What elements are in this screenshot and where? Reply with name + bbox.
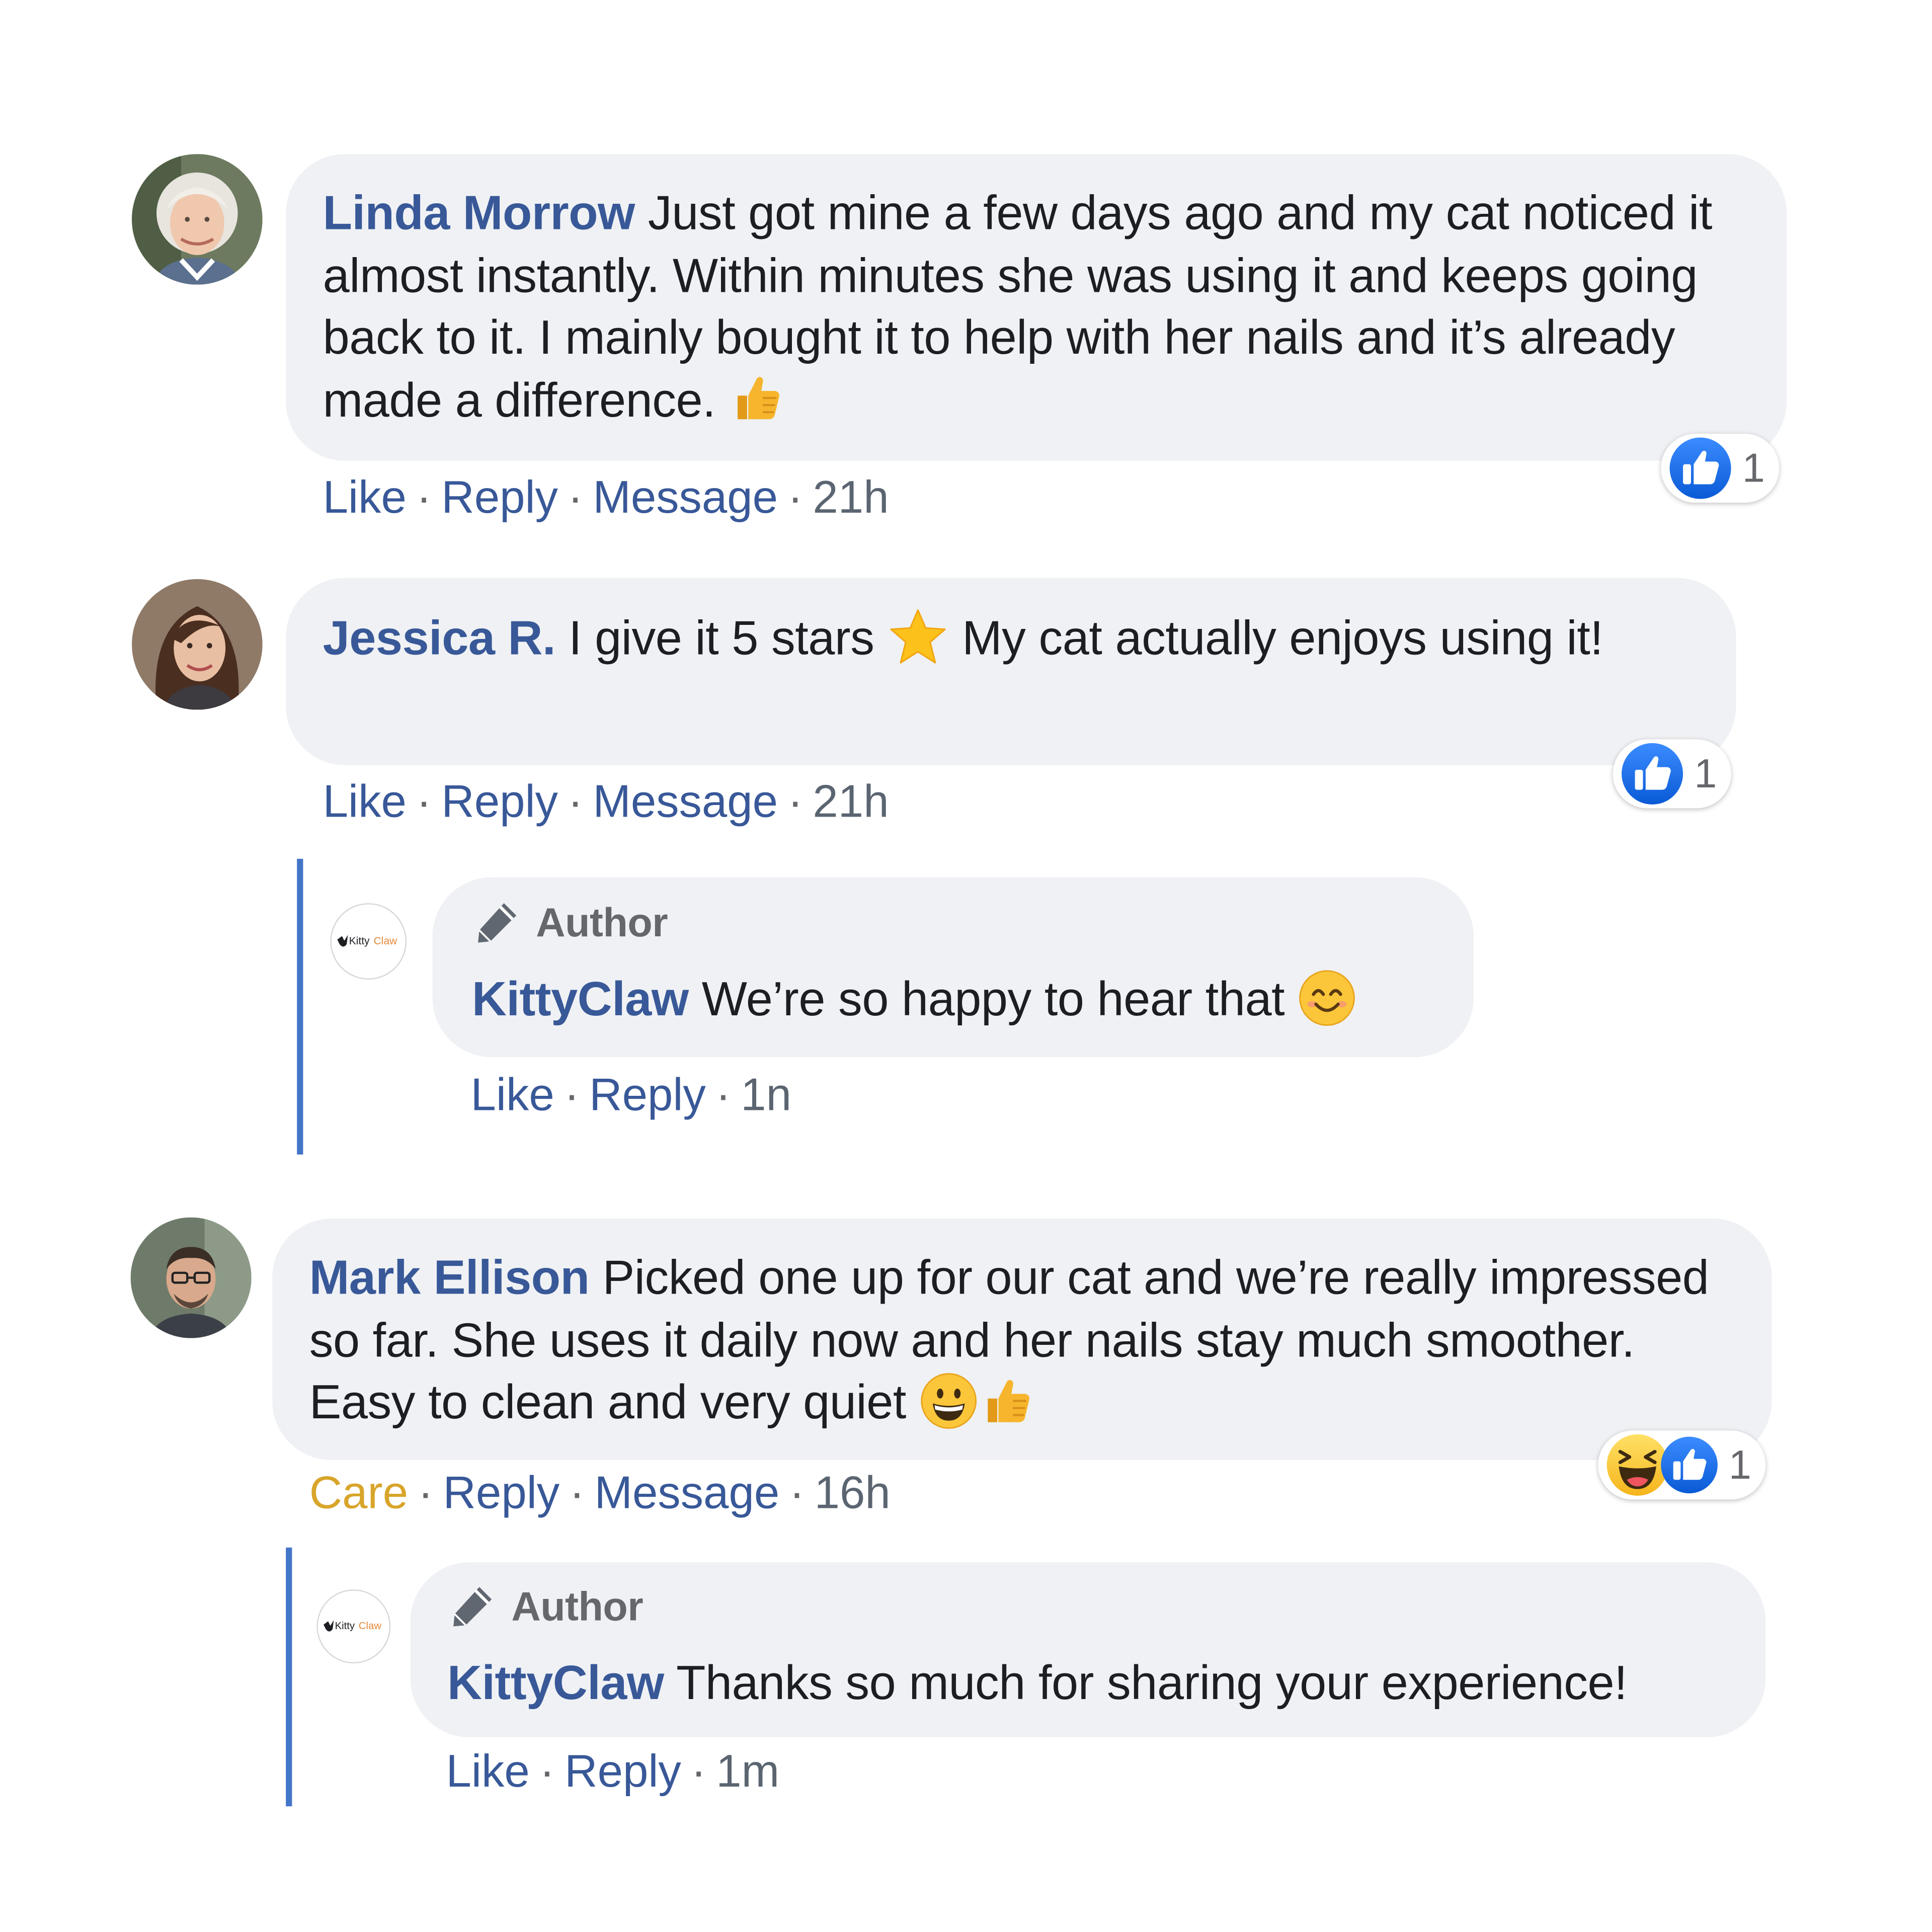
comments-panel: Linda Morrow Just got mine a few days ag… [0, 0, 1932, 1932]
kittyclaw-avatar[interactable]: Kitty Claw [316, 1589, 391, 1664]
like-icon [1668, 436, 1732, 500]
star-emoji [888, 606, 949, 667]
reaction-summary[interactable]: 1 [1613, 739, 1731, 809]
thumbs-up-emoji [978, 1372, 1035, 1429]
like-icon [1620, 742, 1684, 806]
separator-dot: · [568, 776, 583, 827]
like-icon [1660, 1435, 1719, 1495]
smiling-face-emoji [1298, 968, 1357, 1027]
author-label: Author [511, 1583, 643, 1629]
message-link[interactable]: Message [593, 776, 778, 827]
kittyclaw-avatar[interactable]: Kitty Claw [330, 903, 407, 980]
timestamp[interactable]: 21h [813, 776, 889, 827]
separator-dot: · [416, 776, 432, 827]
reaction-count: 1 [1742, 445, 1765, 491]
reaction-count: 1 [1694, 750, 1717, 796]
timestamp[interactable]: 21h [813, 472, 889, 522]
svg-text:Claw: Claw [374, 935, 397, 947]
separator-dot: · [691, 1746, 706, 1797]
reply-text: We’re so happy to hear that [701, 973, 1285, 1027]
like-link[interactable]: Like [323, 472, 407, 522]
timestamp[interactable]: 16h [815, 1468, 891, 1518]
care-link[interactable]: Care [309, 1468, 408, 1518]
separator-dot: · [787, 776, 803, 827]
separator-dot: · [568, 471, 583, 523]
profile-photo [132, 154, 263, 285]
message-link[interactable]: Message [595, 1468, 780, 1518]
comment-author-name[interactable]: Mark Ellison [309, 1252, 590, 1305]
author-badge: Author [447, 1582, 1729, 1631]
reaction-summary[interactable]: 1 [1598, 1430, 1766, 1500]
reply-bubble: Author KittyClaw Thanks so much for shar… [410, 1562, 1766, 1738]
profile-photo [132, 579, 263, 710]
comment-author-name[interactable]: Linda Morrow [323, 187, 635, 240]
reply-thread-line [286, 1547, 292, 1807]
reply-link[interactable]: Reply [443, 1468, 559, 1518]
reply-actions: Like · Reply · 1m [446, 1745, 780, 1799]
separator-dot: · [539, 1746, 555, 1797]
thumbs-up-emoji [729, 370, 785, 427]
timestamp[interactable]: 1n [741, 1070, 791, 1120]
reply-thread-line [297, 858, 303, 1155]
reaction-count: 1 [1728, 1441, 1751, 1487]
separator-dot: · [564, 1069, 580, 1120]
reply-link[interactable]: Reply [441, 472, 558, 522]
avatar-linda-morrow[interactable] [132, 154, 263, 285]
profile-photo [130, 1217, 252, 1338]
comment-actions: Care · Reply · Message · 16h [309, 1466, 891, 1520]
pencil-icon [453, 1587, 492, 1627]
reply-link[interactable]: Reply [589, 1070, 706, 1120]
separator-dot: · [787, 471, 803, 523]
reply-bubble: Author KittyClaw We’re so happy to hear … [432, 877, 1474, 1058]
reply-actions: Like · Reply · 1n [471, 1068, 792, 1122]
pencil-icon [478, 903, 517, 943]
separator-dot: · [569, 1467, 585, 1518]
svg-text:Kitty: Kitty [335, 1621, 355, 1632]
separator-dot: · [416, 471, 432, 523]
avatar-mark-ellison[interactable] [130, 1217, 252, 1338]
separator-dot: · [789, 1467, 805, 1518]
message-link[interactable]: Message [593, 472, 778, 522]
comment-text: My cat actually enjoys using it! [962, 612, 1603, 666]
svg-text:Kitty: Kitty [349, 935, 370, 947]
grinning-face-emoji [919, 1371, 979, 1430]
separator-dot: · [418, 1467, 433, 1518]
comment-author-name[interactable]: Jessica R. [323, 612, 556, 665]
author-label: Author [536, 899, 668, 945]
comment-bubble: Mark Ellison Picked one up for our cat a… [272, 1219, 1772, 1461]
kittyclaw-logo: Kitty Claw [324, 1620, 381, 1632]
timestamp[interactable]: 1m [716, 1746, 779, 1796]
kittyclaw-logo: Kitty Claw [337, 935, 397, 947]
comment-actions: Like · Reply · Message · 21h [323, 471, 889, 525]
reaction-summary[interactable]: 1 [1661, 434, 1780, 503]
separator-dot: · [715, 1069, 731, 1120]
comment-text: I give it 5 stars [569, 612, 874, 666]
avatar-jessica-r[interactable] [132, 579, 263, 710]
reply-author-name[interactable]: KittyClaw [447, 1657, 664, 1710]
like-link[interactable]: Like [446, 1746, 530, 1796]
reply-text: Thanks so much for sharing your experien… [676, 1657, 1628, 1711]
like-link[interactable]: Like [323, 776, 407, 827]
comment-actions: Like · Reply · Message · 21h [323, 775, 889, 829]
author-badge: Author [472, 898, 1434, 947]
comment-bubble: Linda Morrow Just got mine a few days ag… [286, 154, 1787, 461]
reply-link[interactable]: Reply [441, 776, 558, 827]
reply-link[interactable]: Reply [565, 1746, 681, 1796]
svg-text:Claw: Claw [359, 1621, 381, 1632]
comment-bubble: Jessica R. I give it 5 stars My cat actu… [286, 578, 1736, 765]
like-link[interactable]: Like [471, 1070, 554, 1120]
reply-author-name[interactable]: KittyClaw [472, 974, 689, 1026]
